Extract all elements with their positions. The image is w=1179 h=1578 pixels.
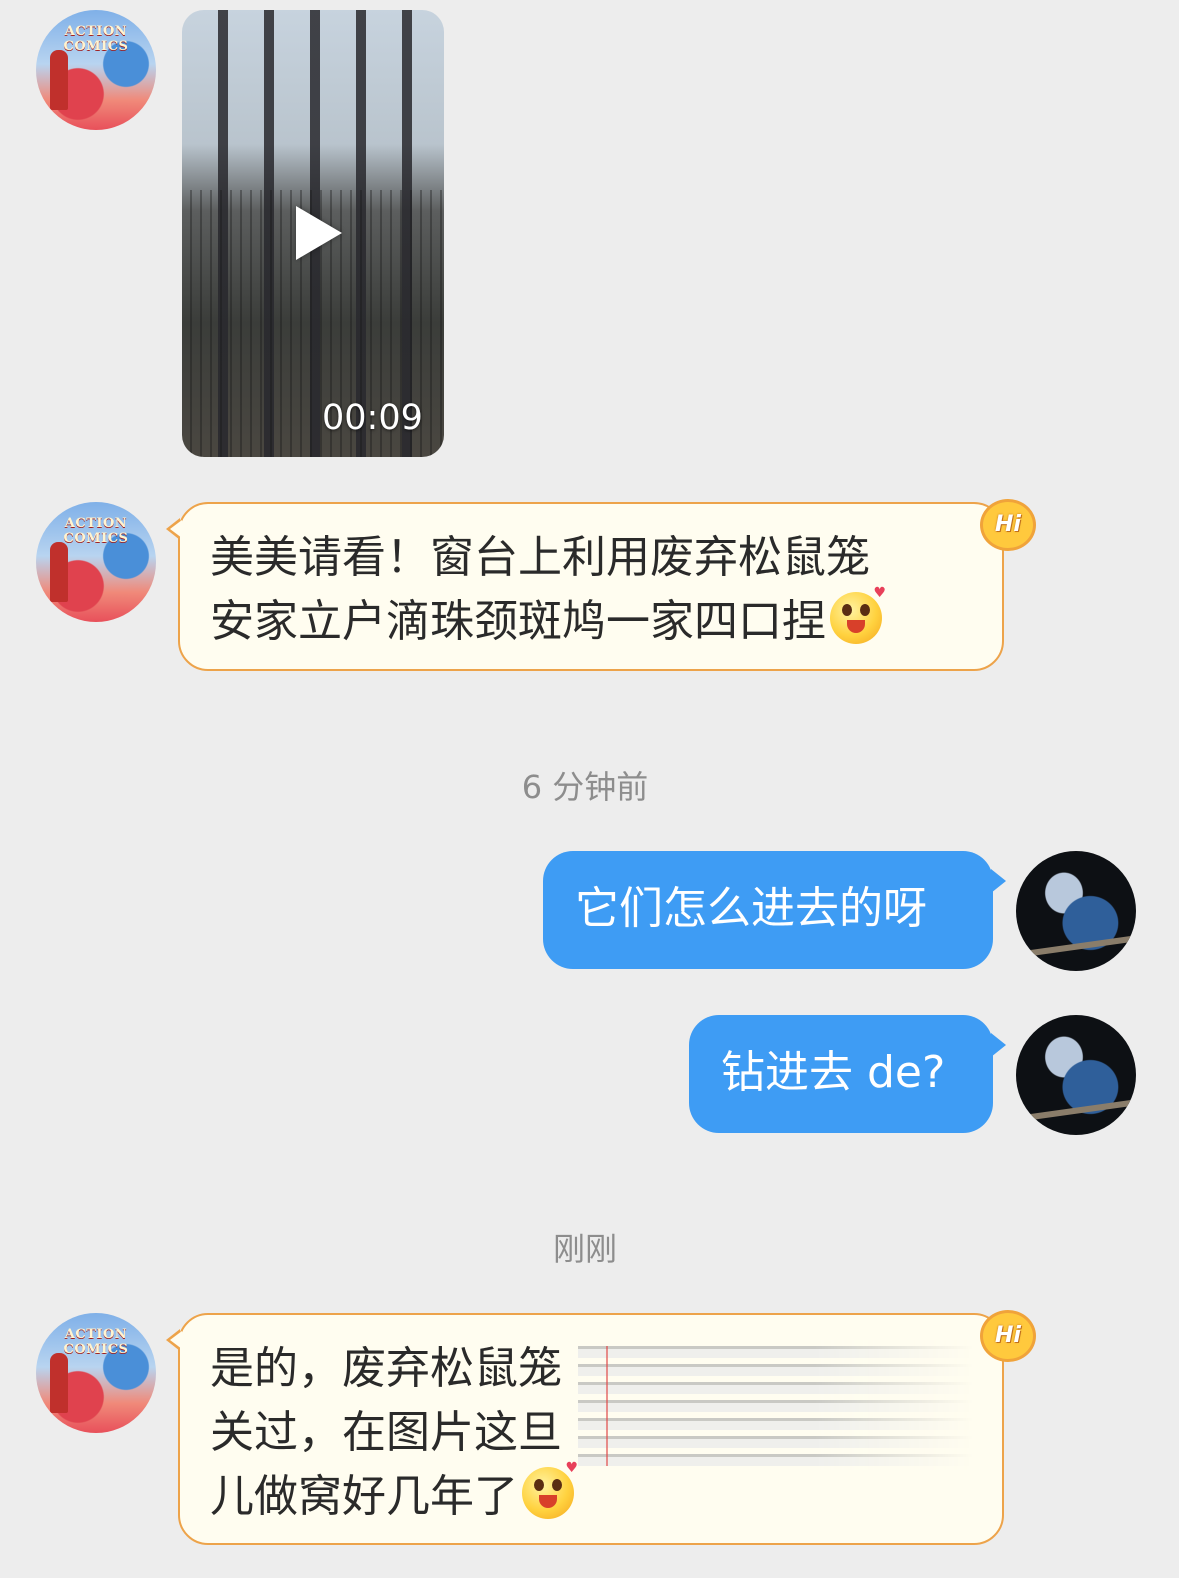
timestamp: 刚刚 [552, 1230, 617, 1268]
sender-avatar[interactable]: ACTION COMICS [36, 502, 156, 622]
avatar-figure [50, 1353, 68, 1413]
redaction-marker [606, 1346, 608, 1466]
message-bubble-received[interactable]: 美美请看！窗台上利用废弃松鼠笼 安家立户滴珠颈斑鸠一家四口捏 ♥ [166, 502, 1004, 671]
avatar-logo-text: ACTION COMICS [63, 516, 129, 546]
message-line: 儿做窝好几年了 ♥ [210, 1461, 972, 1529]
video-duration: 00:09 [322, 398, 423, 438]
hi-badge-icon: Hi [980, 1310, 1036, 1362]
avatar-figure [50, 50, 68, 110]
hi-badge-icon: Hi [980, 499, 1036, 551]
sender-avatar[interactable]: ACTION COMICS [36, 10, 156, 130]
avatar-branch [1026, 1099, 1136, 1121]
message-text: 儿做窝好几年了 [210, 1471, 518, 1522]
message-bubble-sent[interactable]: 它们怎么进去的呀 [543, 851, 1006, 969]
avatar-logo-text: ACTION COMICS [63, 24, 129, 54]
message-line: 美美请看！窗台上利用废弃松鼠笼 [210, 532, 870, 583]
blush-grin-emoji-icon: ♥ [830, 586, 886, 644]
avatar-logo-text: ACTION COMICS [63, 1327, 129, 1357]
self-avatar[interactable] [1016, 1015, 1136, 1135]
message-text: 安家立户滴珠颈斑鸠一家四口捏 [210, 596, 826, 647]
message-text: 它们怎么进去的呀 [575, 883, 927, 934]
message-text: 钻进去 de? [721, 1047, 946, 1098]
timestamp: 6 分钟前 [521, 768, 649, 806]
message-bubble-sent[interactable]: 钻进去 de? [689, 1015, 1006, 1133]
message-line: 安家立户滴珠颈斑鸠一家四口捏 ♥ [210, 586, 972, 654]
blush-grin-emoji-icon: ♥ [522, 1461, 578, 1519]
avatar-branch [1026, 935, 1136, 957]
redacted-text-overlay [578, 1340, 973, 1470]
avatar-figure [50, 542, 68, 602]
play-icon[interactable] [296, 206, 342, 260]
sender-avatar[interactable]: ACTION COMICS [36, 1313, 156, 1433]
self-avatar[interactable] [1016, 851, 1136, 971]
